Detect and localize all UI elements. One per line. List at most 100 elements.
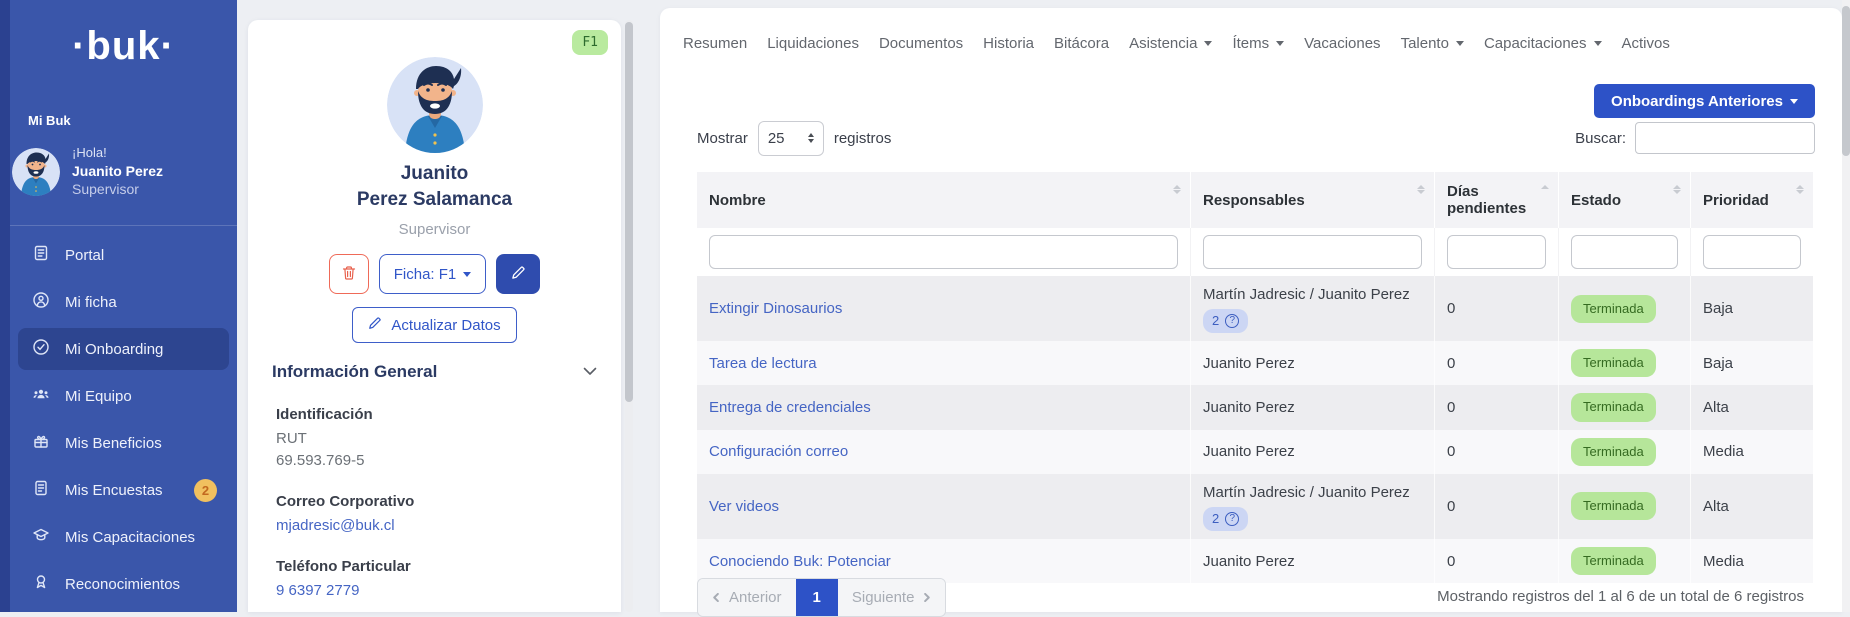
responsables-count: 2 [1212,510,1219,528]
sidebar-item-label: Mis Beneficios [65,435,162,452]
email-link[interactable]: mjadresic@buk.cl [276,515,395,537]
page-size-value: 25 [768,130,785,147]
field-value: 69.593.769-5 [276,450,593,472]
user-greeting: ¡Hola! [72,144,163,162]
filter-input-dias-pendientes[interactable] [1447,235,1546,269]
task-link[interactable]: Ver videos [709,496,779,517]
task-link[interactable]: Tarea de lectura [709,353,817,374]
sidebar-item-mi-ficha[interactable]: Mi ficha [18,281,229,323]
tab-asistencia[interactable]: Asistencia [1129,35,1212,52]
sidebar-item-mis-encuestas[interactable]: Mis Encuestas 2 [18,469,229,511]
tab-activos[interactable]: Activos [1622,35,1670,52]
filter-input-estado[interactable] [1571,235,1678,269]
column-header-prioridad[interactable]: Prioridad [1690,172,1813,228]
responsables-text: Martín Jadresic / Juanito Perez [1203,482,1410,503]
survey-document-icon [32,479,50,501]
responsables-count-pill[interactable]: 2 ? [1203,507,1248,531]
sort-icon [1796,183,1804,196]
caret-down-icon [1204,41,1212,46]
page-scrollbar[interactable] [1842,0,1850,612]
column-label: Responsables [1203,192,1305,209]
pagination-next-label: Siguiente [852,589,915,606]
task-link[interactable]: Conociendo Buk: Potenciar [709,551,891,572]
tab-label: Vacaciones [1304,35,1380,52]
tab-talento[interactable]: Talento [1401,35,1464,52]
tab-label: Resumen [683,35,747,52]
user-name: Juanito Perez [72,162,163,181]
table-row: Conociendo Buk: Potenciar Juanito Perez … [697,539,1813,583]
task-link[interactable]: Configuración correo [709,441,848,462]
filter-input-responsables[interactable] [1203,235,1422,269]
dias-pendientes-value: 0 [1434,474,1558,539]
page-size-select[interactable]: 25 [758,121,824,156]
pagination-next-button[interactable]: Siguiente [838,579,946,616]
sidebar-item-mi-equipo[interactable]: Mi Equipo [18,375,229,417]
task-link[interactable]: Entrega de credenciales [709,397,871,418]
tab-label: Liquidaciones [767,35,859,52]
ficha-selector-button[interactable]: Ficha: F1 [379,254,487,294]
tab-bitacora[interactable]: Bitácora [1054,35,1109,52]
edit-profile-button[interactable] [496,254,540,294]
table-row: Extingir Dinosaurios Martín Jadresic / J… [697,276,1813,341]
tab-vacaciones[interactable]: Vacaciones [1304,35,1380,52]
profile-card-scrollbar[interactable] [625,20,633,612]
caret-down-icon [463,272,471,277]
sidebar-item-label: Mi Onboarding [65,341,163,358]
sidebar-item-mis-capacitaciones[interactable]: Mis Capacitaciones [18,516,229,558]
tab-historia[interactable]: Historia [983,35,1034,52]
update-data-button[interactable]: Actualizar Datos [352,307,516,343]
sidebar-item-mi-onboarding[interactable]: Mi Onboarding [18,328,229,370]
pagination-previous-button[interactable]: Anterior [698,579,796,616]
sidebar-item-mis-beneficios[interactable]: Mis Beneficios [18,422,229,464]
records-label: registros [834,130,892,147]
sidebar-user-block: ¡Hola! Juanito Perez Supervisor [12,144,227,199]
column-header-dias-pendientes[interactable]: Días pendientes [1434,172,1558,228]
task-link[interactable]: Extingir Dinosaurios [709,298,842,319]
onboardings-anteriores-button[interactable]: Onboardings Anteriores [1594,84,1815,118]
column-header-estado[interactable]: Estado [1558,172,1690,228]
sidebar-item-portal[interactable]: Portal [18,234,229,276]
column-label: Días pendientes [1447,183,1532,217]
field-label: Correo Corporativo [276,493,593,510]
tab-liquidaciones[interactable]: Liquidaciones [767,35,859,52]
select-arrows-icon [808,132,814,145]
pencil-icon [368,316,382,334]
scrollbar-thumb[interactable] [1842,6,1850,156]
tab-resumen[interactable]: Resumen [683,35,747,52]
onboardings-button-label: Onboardings Anteriores [1611,93,1783,110]
filter-input-prioridad[interactable] [1703,235,1801,269]
pagination-page-1[interactable]: 1 [796,579,838,616]
search-input[interactable] [1635,122,1815,154]
status-badge: Terminada [1571,547,1656,575]
field-label: Identificación [276,406,593,423]
sort-icon [1173,183,1181,196]
field-telefono-particular: Teléfono Particular 9 6397 2779 [276,558,593,602]
tab-capacitaciones[interactable]: Capacitaciones [1484,35,1602,52]
tab-documentos[interactable]: Documentos [879,35,963,52]
dias-pendientes-value: 0 [1434,276,1558,341]
column-header-nombre[interactable]: Nombre [697,172,1190,228]
caret-down-icon [1790,99,1798,104]
person-circle-icon [32,291,50,313]
filter-input-nombre[interactable] [709,235,1178,269]
prioridad-value: Baja [1690,276,1813,341]
table-row: Configuración correo Juanito Perez 0 Ter… [697,430,1813,474]
sidebar-item-reconocimientos[interactable]: Reconocimientos [18,563,229,605]
prioridad-value: Media [1690,539,1813,583]
sidebar-accent-strip [0,0,10,612]
delete-record-button[interactable] [329,254,369,294]
column-header-responsables[interactable]: Responsables [1190,172,1434,228]
responsables-count-pill[interactable]: 2 ? [1203,309,1248,333]
tab-items[interactable]: Ítems [1232,35,1284,52]
responsables-text: Juanito Perez [1190,385,1434,429]
general-info-section-header[interactable]: Información General [272,362,597,382]
table-filter-row [697,228,1813,276]
sidebar-item-label: Mi ficha [65,294,117,311]
general-info-fields: Identificación RUT 69.593.769-5 Correo C… [276,406,593,612]
table-row: Ver videos Martín Jadresic / Juanito Per… [697,474,1813,539]
medal-icon [32,573,50,595]
profile-actions: Ficha: F1 [248,254,621,294]
profile-role: Supervisor [248,221,621,238]
scrollbar-thumb[interactable] [625,22,633,402]
phone-link[interactable]: 9 6397 2779 [276,580,359,602]
